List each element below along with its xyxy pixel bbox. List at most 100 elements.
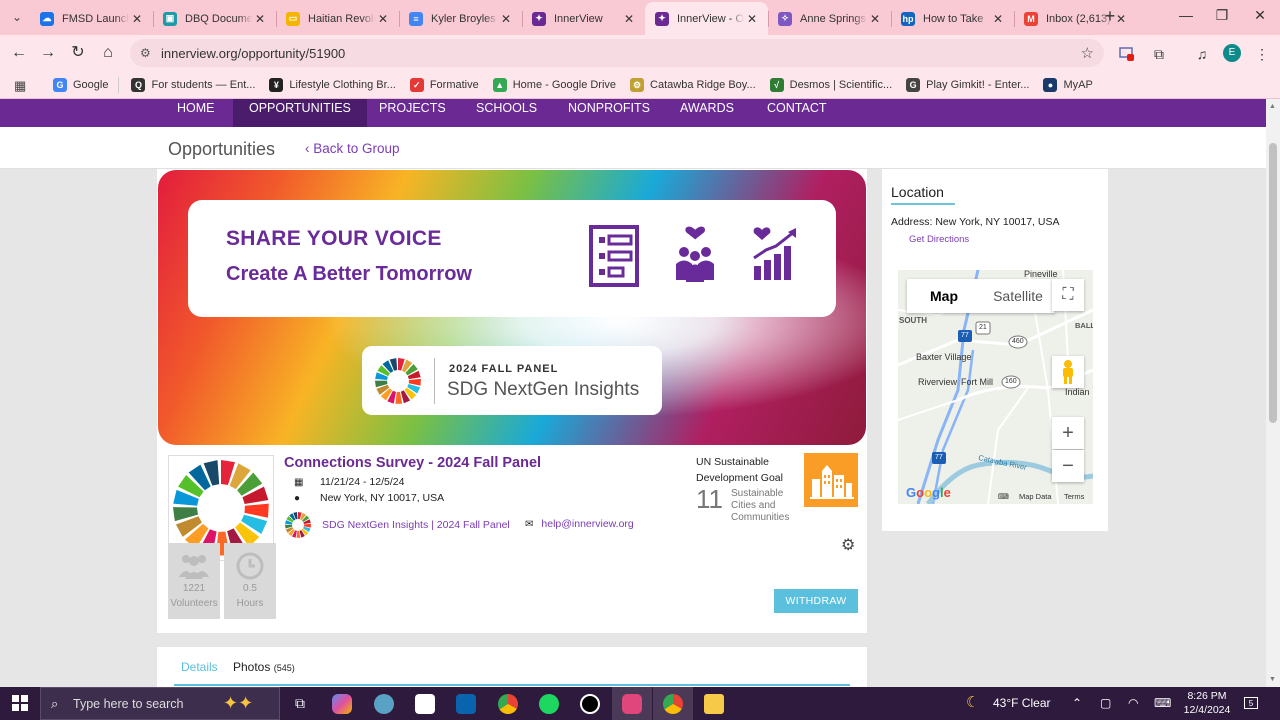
home-icon[interactable]: ⌂ [97, 42, 119, 64]
browser-tab[interactable]: ≡ Kyler Broyles ✕ [399, 2, 522, 35]
nav-schools[interactable]: SCHOOLS [460, 99, 553, 127]
tab-close-icon[interactable]: ✕ [990, 12, 1006, 26]
contact-email-link[interactable]: ✉ help@innerview.org [525, 518, 634, 530]
file-explorer-app-icon[interactable] [694, 687, 734, 720]
tab-title[interactable]: How to Take [923, 13, 990, 25]
reload-icon[interactable]: ↻ [67, 42, 89, 64]
maximize-icon[interactable]: ❐ [1212, 7, 1232, 27]
bookmark-item[interactable]: ● MyAP [1043, 76, 1093, 94]
bookmark-label[interactable]: Formative [430, 79, 479, 91]
tab-close-icon[interactable]: ✕ [129, 12, 145, 26]
map-type-satellite-button[interactable]: Satellite [981, 279, 1055, 313]
site-info-icon[interactable]: ⚙ [140, 46, 154, 60]
nav-nonprofits[interactable]: NONPROFITS [552, 99, 666, 127]
bookmark-item[interactable]: ✓ Formative [409, 76, 479, 94]
fullscreen-icon[interactable]: ⛶ [1052, 279, 1084, 311]
tab-close-icon[interactable]: ✕ [867, 12, 883, 26]
bookmark-label[interactable]: Desmos | Scientific... [790, 79, 893, 91]
tab-search-icon[interactable]: ⌄ [6, 7, 28, 27]
moon-weather-icon[interactable]: ☾ [966, 693, 979, 711]
bookmark-label[interactable]: Catawba Ridge Boy... [650, 79, 756, 91]
chrome-active-app-icon[interactable] [653, 687, 693, 720]
tab-close-icon[interactable]: ✕ [252, 12, 268, 26]
browser-tab[interactable]: ▣ DBQ Document✕ [153, 2, 276, 35]
keyboard-shortcuts-icon[interactable]: ⌨ [998, 492, 1009, 501]
new-tab-button[interactable]: + [1100, 7, 1120, 27]
nav-contact[interactable]: CONTACT [751, 99, 843, 127]
tab-photos[interactable]: Photos (545) [233, 660, 295, 674]
store-app-icon[interactable] [405, 687, 445, 720]
bookmark-label[interactable]: Google [73, 79, 108, 91]
tab-title[interactable]: DBQ Document [185, 13, 252, 25]
system-clock[interactable]: 8:26 PM 12/4/2024 [1183, 689, 1231, 717]
back-to-group-label[interactable]: Back to Group [313, 141, 399, 156]
browser-tab[interactable]: hp How to Take ✕ [891, 2, 1014, 35]
bookmark-item[interactable]: √ Desmos | Scientific... [769, 76, 893, 94]
browser-tab[interactable]: ☁ FMSD Launchpad✕ [30, 2, 153, 35]
outlook-app-icon[interactable] [446, 687, 486, 720]
profile-avatar[interactable]: E [1223, 44, 1241, 62]
extensions-puzzle-icon[interactable]: ⧉ [1150, 45, 1168, 63]
chrome-profile-app-icon[interactable] [364, 687, 404, 720]
tab-close-icon[interactable]: ✕ [498, 12, 514, 26]
tab-title[interactable]: FMSD Launchpad [62, 13, 129, 25]
forward-icon[interactable]: → [37, 42, 59, 64]
contact-email[interactable]: help@innerview.org [541, 518, 633, 530]
tab-close-icon[interactable]: ✕ [744, 12, 760, 26]
address-bar[interactable]: ⚙ innerview.org/opportunity/51900 ☆ [130, 39, 1104, 67]
group-name[interactable]: SDG NextGen Insights | 2024 Fall Panel [322, 519, 510, 531]
back-to-group-link[interactable]: ‹ Back to Group [305, 141, 400, 156]
settings-gear-icon[interactable]: ⚙ [841, 535, 855, 555]
bookmark-label[interactable]: For students — Ent... [151, 79, 255, 91]
url-text[interactable]: innerview.org/opportunity/51900 [161, 46, 345, 61]
taskbar-search-box[interactable]: ⌕ Type here to search ✦✦ [40, 687, 280, 720]
embedded-map[interactable]: Pineville Baxter Village Riverview Fort … [898, 270, 1093, 504]
media-controls-icon[interactable]: ♫ [1193, 45, 1211, 63]
map-terms-link[interactable]: Terms [1064, 492, 1084, 501]
browser-tab[interactable]: ✦ InnerView - Opportunity✕ [645, 2, 768, 35]
nav-opportunities[interactable]: OPPORTUNITIES [233, 99, 367, 127]
keyboard-layout-icon[interactable]: ⌨ [1154, 696, 1171, 710]
withdraw-button[interactable]: WITHDRAW [774, 589, 858, 613]
get-directions-link[interactable]: Get Directions [909, 234, 969, 245]
windows-start-icon[interactable] [12, 695, 28, 711]
tab-title[interactable]: InnerView [554, 13, 621, 25]
minimize-icon[interactable]: — [1176, 7, 1196, 27]
tab-close-icon[interactable]: ✕ [375, 12, 391, 26]
copilot-sparkle-icon[interactable]: ✦✦ [223, 693, 253, 714]
browser-tab[interactable]: ▭ Haitian Revolution✕ [276, 2, 399, 35]
tab-title[interactable]: Anne Springs [800, 13, 867, 25]
extension-icon[interactable] [1118, 45, 1136, 63]
tab-title[interactable]: Haitian Revolution [308, 13, 375, 25]
bookmark-item[interactable]: G Google [53, 76, 108, 94]
tab-close-icon[interactable]: ✕ [621, 12, 637, 26]
show-hidden-icons-chevron-icon[interactable]: ⌃ [1072, 696, 1082, 710]
bookmark-item[interactable]: ⚙ Catawba Ridge Boy... [630, 76, 756, 94]
bookmark-item[interactable]: ¥ Lifestyle Clothing Br... [269, 76, 396, 94]
wifi-icon[interactable]: ◠ [1128, 696, 1138, 710]
zoom-out-icon[interactable]: − [1052, 450, 1084, 482]
tiktok-app-icon[interactable] [570, 687, 610, 720]
bookmark-star-icon[interactable]: ☆ [1081, 44, 1094, 62]
tab-details[interactable]: Details [181, 660, 218, 674]
bookmark-label[interactable]: Lifestyle Clothing Br... [289, 79, 395, 91]
map-data-label[interactable]: Map Data [1019, 492, 1052, 501]
tab-photos-label[interactable]: Photos [233, 660, 270, 674]
scroll-up-arrow-icon[interactable]: ▲ [1269, 103, 1276, 110]
nav-home[interactable]: HOME [161, 99, 231, 127]
menu-kebab-icon[interactable]: ⋮ [1253, 45, 1271, 63]
clock-time[interactable]: 8:26 PM [1183, 689, 1231, 703]
spotify-app-icon[interactable] [529, 687, 569, 720]
weather-text[interactable]: 43°F Clear [993, 696, 1051, 710]
scroll-down-arrow-icon[interactable]: ▼ [1269, 676, 1276, 683]
street-view-pegman-icon[interactable] [1052, 356, 1084, 388]
apps-grid-icon[interactable]: ▦ [14, 78, 26, 94]
browser-tab[interactable]: ✦ InnerView ✕ [522, 2, 645, 35]
clock-date[interactable]: 12/4/2024 [1183, 703, 1231, 717]
group-link[interactable]: SDG NextGen Insights | 2024 Fall Panel [284, 511, 510, 539]
bookmark-item[interactable]: ▲ Home - Google Drive [492, 76, 616, 94]
bookmark-label[interactable]: MyAP [1063, 79, 1092, 91]
chrome-app-icon[interactable] [488, 687, 528, 720]
bookmark-label[interactable]: Play Gimkit! - Enter... [926, 79, 1029, 91]
back-icon[interactable]: ← [8, 42, 30, 64]
